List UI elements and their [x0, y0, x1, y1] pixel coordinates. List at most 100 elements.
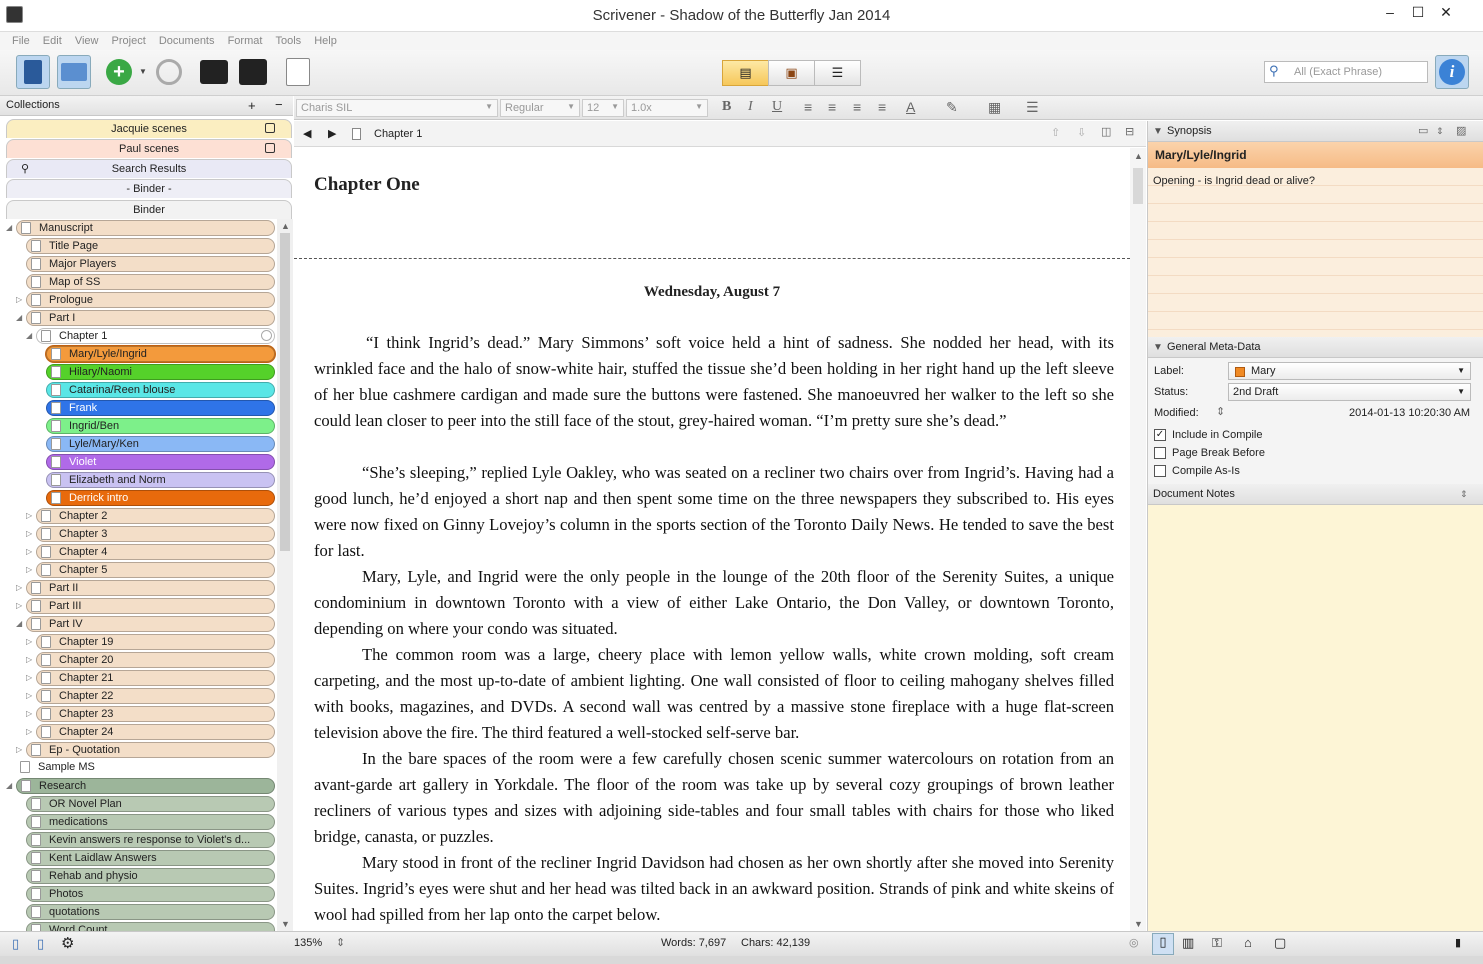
disclosure-closed-icon[interactable]: ▷ — [26, 508, 36, 524]
disclosure-closed-icon[interactable]: ▷ — [26, 562, 36, 578]
binder-item[interactable]: Map of SS — [26, 274, 275, 290]
binder-scrollbar[interactable]: ▲ ▼ — [277, 219, 293, 931]
scroll-up-icon[interactable]: ▲ — [281, 221, 290, 231]
disclosure-closed-icon[interactable]: ▷ — [16, 598, 26, 614]
binder-item[interactable]: Research — [16, 778, 275, 794]
disclosure-open-icon[interactable]: ◢ — [26, 328, 36, 344]
binder-item[interactable]: Chapter 19 — [36, 634, 275, 650]
scroll-down-icon[interactable]: ▼ — [281, 919, 290, 929]
bold-button[interactable]: B — [722, 99, 731, 115]
binder-item[interactable]: Lyle/Mary/Ken — [46, 436, 275, 452]
binder-item[interactable]: Chapter 22 — [36, 688, 275, 704]
font-style-select[interactable]: Regular ▼ — [500, 99, 580, 117]
keywords-button[interactable] — [197, 55, 231, 89]
binder-item[interactable]: Ingrid/Ben — [46, 418, 275, 434]
meta-checkbox-row[interactable]: Compile As-Is — [1154, 464, 1240, 480]
document-notes[interactable] — [1148, 505, 1483, 931]
binder-item[interactable]: Chapter 20 — [36, 652, 275, 668]
binder-item[interactable]: OR Novel Plan — [26, 796, 275, 812]
binder-item[interactable]: quotations — [26, 904, 275, 920]
outliner-view-button[interactable]: ☰ — [814, 60, 861, 86]
scroll-thumb[interactable] — [1133, 168, 1143, 204]
binder-item[interactable]: Manuscript — [16, 220, 275, 236]
collection-close-icon[interactable] — [265, 143, 275, 153]
menu-file[interactable]: File — [12, 32, 30, 50]
binder-item[interactable]: Frank — [46, 400, 275, 416]
binder-item[interactable]: Chapter 3 — [36, 526, 275, 542]
menu-project[interactable]: Project — [112, 32, 146, 50]
meta-checkbox-row[interactable]: ✓ Include in Compile — [1154, 428, 1263, 444]
align-center-icon[interactable]: ≡ — [828, 99, 836, 115]
add-collection-button[interactable]: + — [248, 98, 256, 113]
binder-item[interactable]: Violet — [46, 454, 275, 470]
new-folder-icon[interactable]: ▯ — [37, 936, 44, 952]
collection-tab[interactable]: Search Results ⚲ — [6, 159, 292, 178]
label-select[interactable]: Mary ▼ — [1228, 362, 1471, 380]
keywords-tab-icon[interactable]: ⚿ — [1212, 935, 1222, 951]
scrivenings-view-button[interactable]: ▤ — [722, 60, 769, 86]
down-arrow-icon[interactable]: ⇩ — [1077, 126, 1086, 139]
binder-item[interactable]: Chapter 21 — [36, 670, 275, 686]
disclosure-open-icon[interactable]: ◢ — [16, 310, 26, 326]
binder-item[interactable]: Kevin answers re response to Violet's d.… — [26, 832, 275, 848]
binder-item[interactable]: Chapter 1 — [36, 328, 275, 344]
menu-tools[interactable]: Tools — [275, 32, 301, 50]
italic-button[interactable]: I — [748, 99, 753, 115]
binder-item[interactable]: Catarina/Reen blouse — [46, 382, 275, 398]
back-arrow-icon[interactable]: ◀ — [303, 127, 311, 140]
stepper-icon[interactable]: ⇕ — [1460, 484, 1468, 505]
binder-item[interactable]: Sample MS — [16, 760, 275, 776]
binder-item[interactable]: Chapter 2 — [36, 508, 275, 524]
meta-checkbox-row[interactable]: Page Break Before — [1154, 446, 1265, 462]
align-justify-icon[interactable]: ≡ — [853, 99, 861, 115]
underline-button[interactable]: U — [772, 99, 782, 115]
binder-item[interactable]: Major Players — [26, 256, 275, 272]
align-left-icon[interactable]: ≡ — [804, 99, 812, 115]
disclosure-closed-icon[interactable]: ▷ — [26, 544, 36, 560]
notes-tab-icon[interactable]: ▯ — [1152, 933, 1174, 955]
binder-item[interactable]: Chapter 4 — [36, 544, 275, 560]
highlight-icon[interactable]: ✎ — [946, 99, 958, 116]
image-icon[interactable]: ▨ — [1456, 121, 1466, 142]
inspector-button[interactable]: i — [1435, 55, 1469, 89]
font-size-select[interactable]: 12 ▼ — [582, 99, 624, 117]
binder-item[interactable]: Part II — [26, 580, 275, 596]
split-horizontal-icon[interactable]: ⊟ — [1125, 125, 1134, 138]
disclosure-closed-icon[interactable]: ▷ — [26, 706, 36, 722]
disclosure-closed-icon[interactable]: ▷ — [16, 580, 26, 596]
checkbox-icon[interactable] — [1154, 447, 1166, 459]
binder-item[interactable]: Part III — [26, 598, 275, 614]
text-color-icon[interactable]: A — [906, 99, 915, 115]
meta-data-header[interactable]: ▼ General Meta-Data — [1148, 337, 1483, 358]
search-input[interactable]: ⚲ All (Exact Phrase) — [1264, 61, 1428, 83]
list-icon[interactable]: ☰ — [1026, 99, 1039, 116]
table-icon[interactable]: ▦ — [988, 99, 1001, 116]
menu-edit[interactable]: Edit — [43, 32, 62, 50]
menu-format[interactable]: Format — [228, 32, 263, 50]
binder-item[interactable]: Title Page — [26, 238, 275, 254]
disclosure-closed-icon[interactable]: ▷ — [26, 688, 36, 704]
menu-documents[interactable]: Documents — [159, 32, 215, 50]
binder-item[interactable]: Elizabeth and Norm — [46, 472, 275, 488]
binder-toggle-button[interactable] — [16, 55, 50, 89]
status-select[interactable]: 2nd Draft ▼ — [1228, 383, 1471, 401]
binder-item[interactable]: Chapter 23 — [36, 706, 275, 722]
disclosure-closed-icon[interactable]: ▷ — [26, 670, 36, 686]
binder-item[interactable]: Ep - Quotation — [26, 742, 275, 758]
scroll-down-icon[interactable]: ▼ — [1134, 919, 1143, 929]
disclosure-closed-icon[interactable]: ▷ — [26, 634, 36, 650]
collection-tab[interactable]: - Binder - — [6, 179, 292, 198]
forward-arrow-icon[interactable]: ▶ — [328, 127, 336, 140]
disclosure-closed-icon[interactable]: ▷ — [26, 652, 36, 668]
synopsis-image-icon[interactable]: ▭ — [1418, 121, 1428, 142]
checkbox-checked-icon[interactable]: ✓ — [1154, 429, 1166, 441]
binder-item[interactable]: Chapter 24 — [36, 724, 275, 740]
checkbox-icon[interactable] — [1154, 465, 1166, 477]
new-doc-icon[interactable]: ▯ — [12, 936, 19, 952]
document-notes-header[interactable]: Document Notes ⇕ — [1148, 484, 1483, 505]
menu-view[interactable]: View — [75, 32, 99, 50]
modified-stepper-icon[interactable]: ⇕ — [1216, 405, 1225, 418]
menu-help[interactable]: Help — [314, 32, 337, 50]
stepper-icon[interactable]: ⇕ — [1436, 121, 1444, 142]
disclosure-open-icon[interactable]: ◢ — [6, 220, 16, 236]
